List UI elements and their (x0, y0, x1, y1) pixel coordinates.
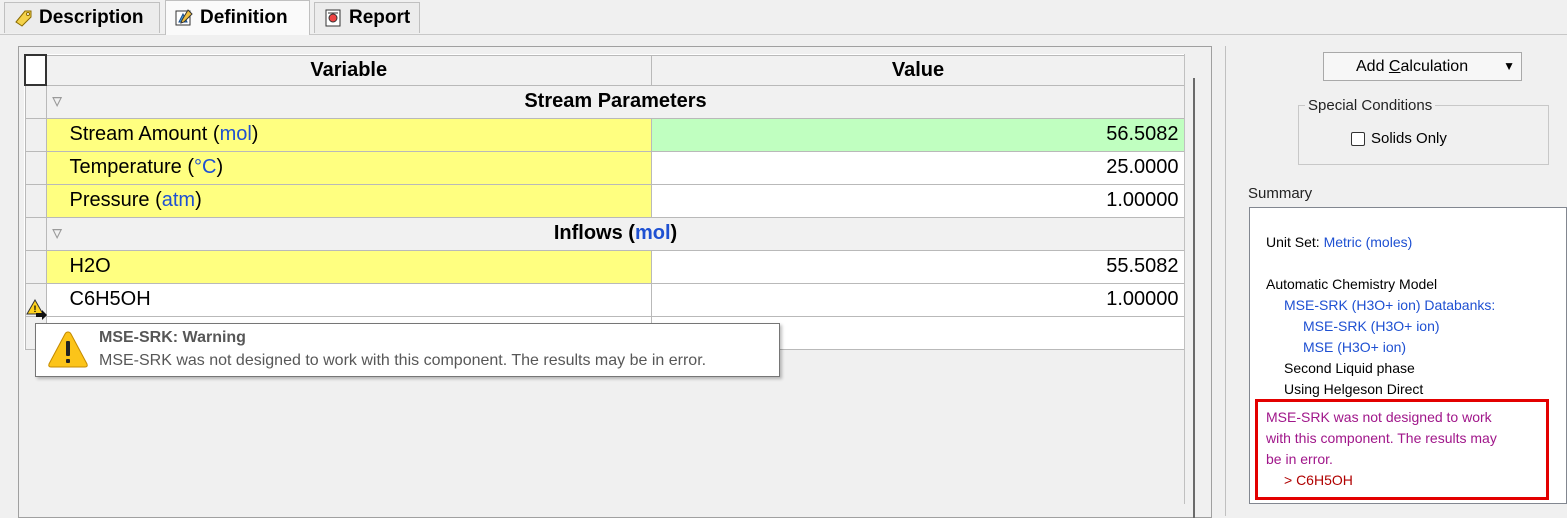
select-all-cell[interactable] (24, 54, 47, 86)
databank-item[interactable]: MSE (H3O+ ion) (1303, 339, 1406, 355)
unit-set-label: Unit Set: (1266, 234, 1320, 250)
column-header-value[interactable]: Value (650, 54, 1186, 86)
row-selector[interactable] (24, 249, 47, 284)
checkbox-box[interactable] (1351, 131, 1365, 146)
column-header-variable[interactable]: Variable (45, 54, 652, 86)
grid-scrollbar[interactable] (1184, 54, 1197, 518)
databanks-link[interactable]: MSE-SRK (H3O+ ion) Databanks: (1284, 297, 1495, 313)
value-cell[interactable]: 25.0000 (650, 150, 1186, 185)
table-row: H2O 55.5082 (24, 249, 1186, 284)
highlight-box (1255, 399, 1549, 500)
value-cell[interactable]: 56.5082 (650, 117, 1186, 152)
unit-link[interactable]: mol (635, 222, 671, 244)
value-cell[interactable]: 1.00000 (650, 183, 1186, 218)
solids-only-label: Solids Only (1371, 130, 1447, 147)
solids-only-checkbox[interactable]: Solids Only (1351, 130, 1447, 147)
row-selector[interactable] (24, 150, 47, 185)
databank-item[interactable]: MSE-SRK (H3O+ ion) (1303, 318, 1440, 334)
unit-set-link[interactable]: Metric (moles) (1324, 234, 1413, 250)
special-conditions-group: Special Conditions Solids Only (1298, 97, 1549, 165)
second-liquid-text: Second Liquid phase (1284, 360, 1415, 376)
variable-cell[interactable]: H2O (45, 249, 652, 284)
collapse-triangle-icon[interactable]: ▽ (53, 94, 62, 108)
group-row-stream-parameters: ▽ Stream Parameters (24, 84, 1186, 119)
table-row: Stream Amount (mol) 56.5082 (24, 117, 1186, 152)
warning-tooltip: MSE-SRK: Warning MSE-SRK was not designe… (35, 323, 780, 377)
value-cell[interactable]: 1.00000 (650, 282, 1186, 317)
svg-text:!: ! (34, 304, 37, 314)
helgeson-text: Using Helgeson Direct (1284, 381, 1424, 397)
tab-report[interactable]: Report (314, 2, 420, 33)
variable-cell[interactable]: Temperature (°C) (45, 150, 652, 185)
variable-cell[interactable]: C6H5OH (45, 282, 652, 317)
warning-icon (48, 331, 88, 368)
tab-definition-label: Definition (200, 7, 288, 28)
value-cell[interactable]: 55.5082 (650, 249, 1186, 284)
tab-description-label: Description (39, 7, 144, 28)
add-calculation-dropdown[interactable]: Add Calculation ▼ (1323, 52, 1522, 81)
row-warning-icon[interactable]: ! (26, 298, 48, 320)
group-row-inflows: ▽ Inflows (mol) (24, 216, 1186, 251)
group-label: Stream Parameters (524, 90, 707, 112)
tooltip-text: MSE-SRK was not designed to work with th… (99, 352, 707, 369)
collapse-triangle-icon[interactable]: ▽ (53, 226, 62, 240)
table-row: Pressure (atm) 1.00000 (24, 183, 1186, 218)
model-title: Automatic Chemistry Model (1266, 276, 1438, 292)
special-conditions-legend: Special Conditions (1305, 97, 1436, 114)
row-selector[interactable] (24, 117, 47, 152)
tooltip-title: MSE-SRK: Warning (99, 329, 246, 346)
row-selector[interactable] (24, 183, 47, 218)
tag-icon (15, 10, 32, 27)
variables-grid: Variable Value ▽ Stream Parameters Strea… (24, 54, 1186, 350)
tab-report-label: Report (349, 7, 411, 28)
unit-link[interactable]: atm (162, 189, 195, 211)
flask-pencil-icon (175, 9, 193, 26)
summary-label: Summary (1248, 185, 1313, 202)
table-row: C6H5OH 1.00000 (24, 282, 1186, 317)
tab-description[interactable]: Description (4, 2, 160, 33)
variable-cell[interactable]: Pressure (atm) (45, 183, 652, 218)
unit-link[interactable]: mol (220, 123, 252, 145)
table-row: Temperature (°C) 25.0000 (24, 150, 1186, 185)
tab-definition[interactable]: Definition (165, 0, 310, 35)
add-calculation-label: Add Calculation (1356, 58, 1469, 75)
dropdown-arrow-icon: ▼ (1503, 59, 1515, 73)
variable-cell[interactable]: Stream Amount (mol) (45, 117, 652, 152)
unit-link[interactable]: °C (194, 156, 216, 178)
report-icon (325, 9, 341, 27)
